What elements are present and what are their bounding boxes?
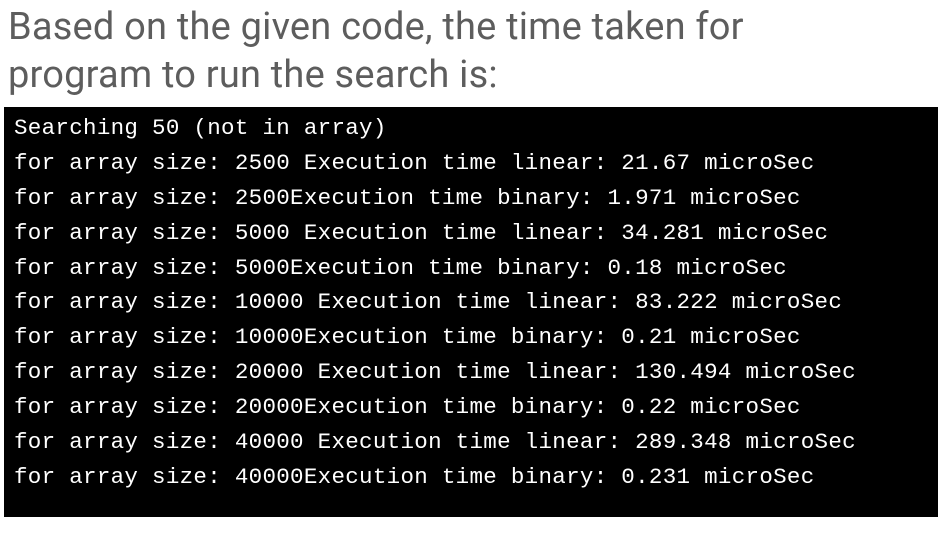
- terminal-output: Searching 50 (not in array) for array si…: [4, 107, 938, 517]
- heading-line-1: Based on the given code, the time taken …: [8, 5, 744, 49]
- heading-line-2: program to run the search is:: [8, 53, 498, 97]
- explanation-heading: Based on the given code, the time taken …: [0, 0, 942, 107]
- terminal-title: Searching 50 (not in array): [14, 115, 387, 141]
- terminal-lines: for array size: 2500 Execution time line…: [14, 150, 856, 490]
